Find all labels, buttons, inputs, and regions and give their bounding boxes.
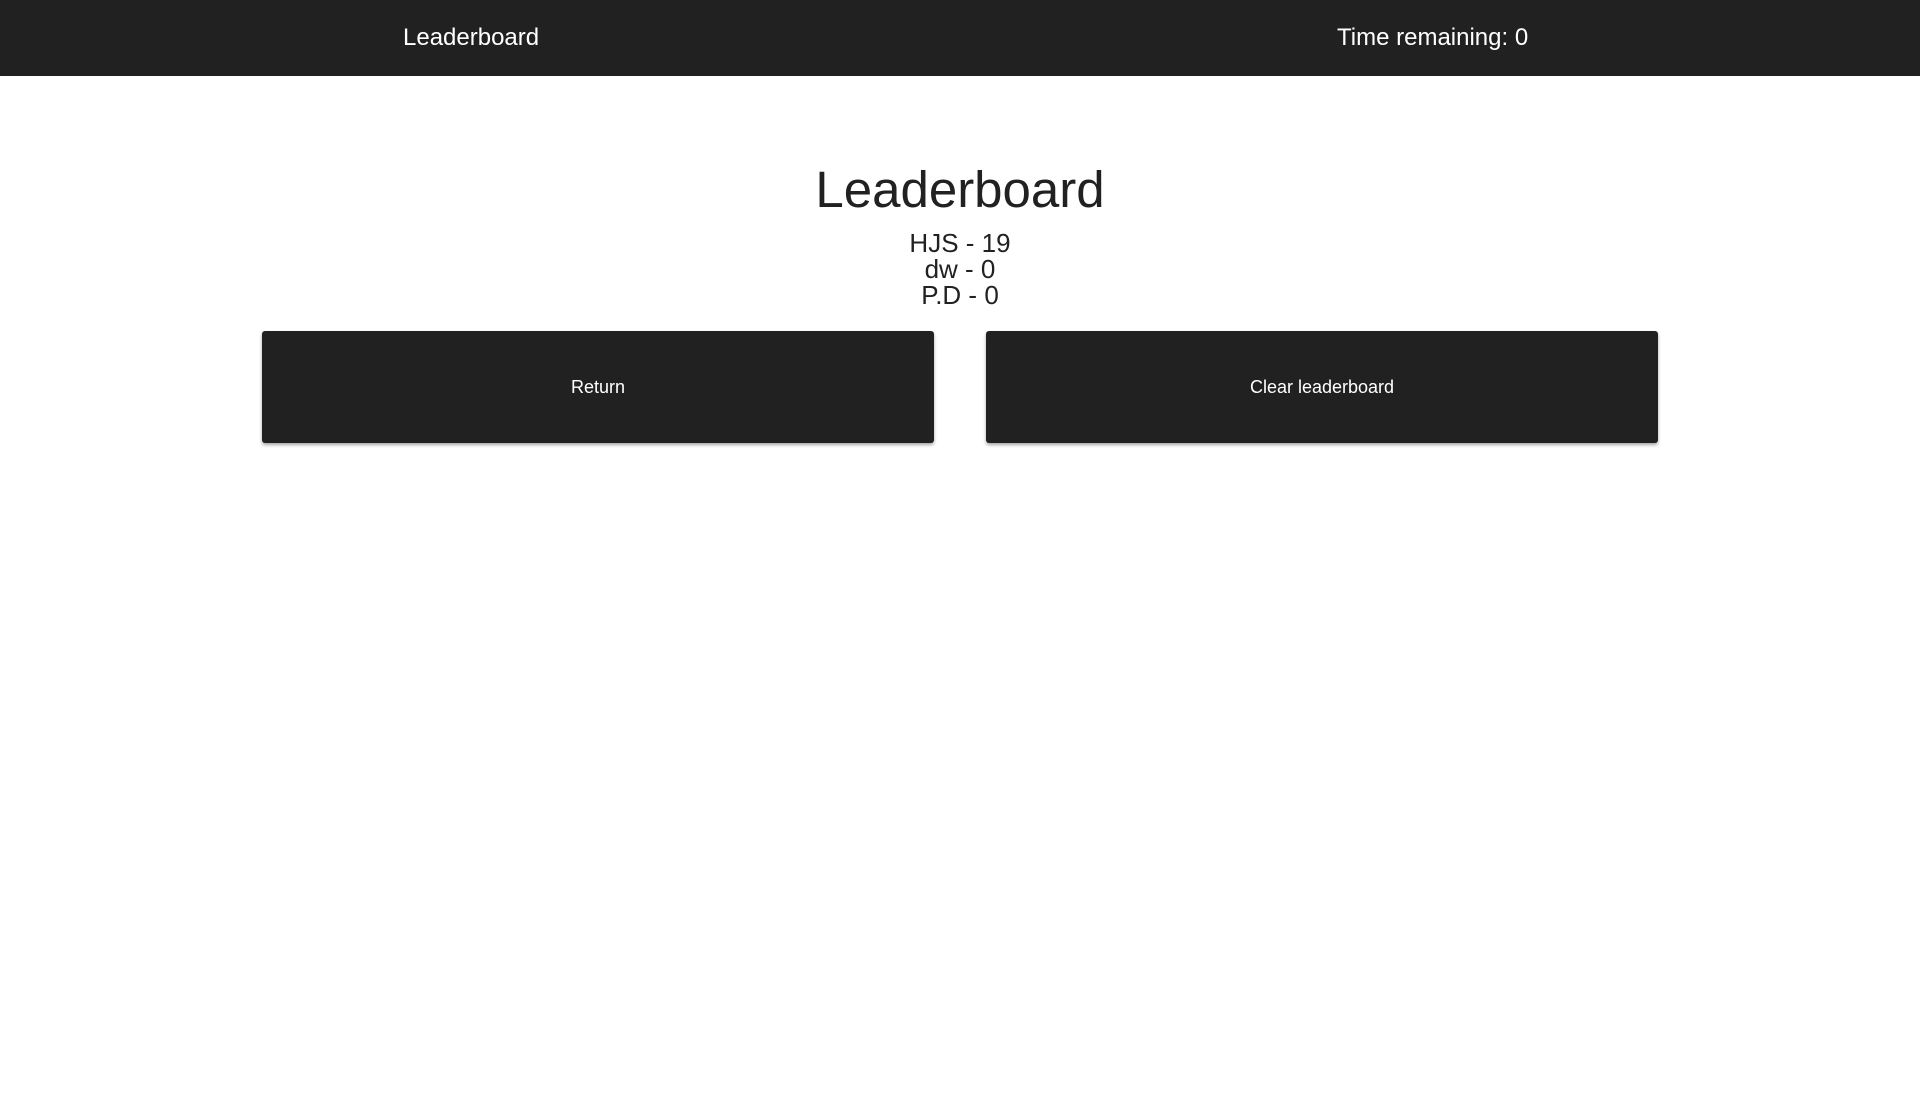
app-bar-title: Leaderboard	[403, 24, 540, 51]
return-button[interactable]: Return	[262, 331, 934, 443]
score-list: HJS - 19 dw - 0 P.D - 0	[0, 230, 1920, 308]
list-item: P.D - 0	[921, 280, 999, 310]
list-item: dw - 0	[924, 254, 996, 284]
clear-leaderboard-button[interactable]: Clear leaderboard	[986, 331, 1658, 443]
time-remaining: Time remaining: 0	[1337, 24, 1529, 51]
list-item: HJS - 19	[909, 228, 1011, 258]
top-app-bar: Leaderboard Time remaining: 0	[0, 0, 1920, 76]
page-title: Leaderboard	[815, 161, 1105, 218]
